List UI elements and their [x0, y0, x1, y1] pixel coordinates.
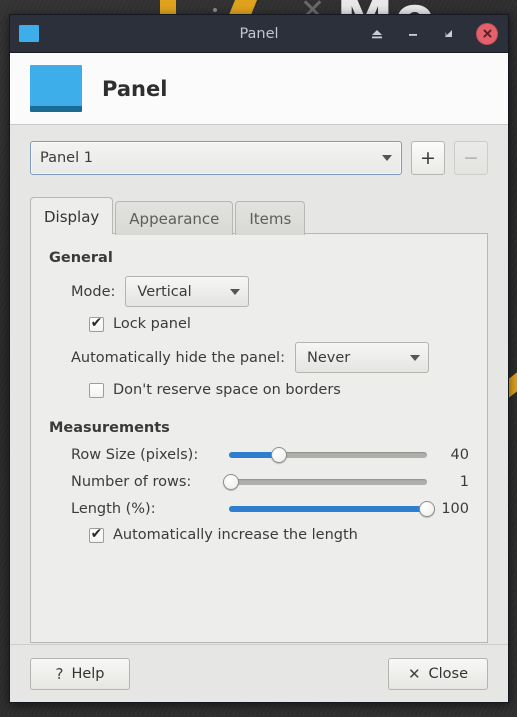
no-reserve-space-row[interactable]: Don't reserve space on borders — [49, 382, 469, 398]
row-size-slider[interactable] — [229, 446, 427, 464]
lock-panel-label: Lock panel — [113, 316, 191, 332]
lock-panel-row[interactable]: ✔ Lock panel — [49, 316, 469, 332]
slider-handle[interactable] — [270, 447, 287, 463]
mode-select[interactable]: Vertical — [125, 276, 250, 307]
autohide-select[interactable]: Never — [294, 342, 429, 373]
length-row: Length (%): 100 — [49, 500, 469, 518]
row-size-row: Row Size (pixels): 40 — [49, 446, 469, 464]
mode-label: Mode: — [71, 283, 116, 300]
close-dialog-button-label: Close — [428, 665, 469, 682]
auto-increase-length-row[interactable]: ✔ Automatically increase the length — [49, 527, 469, 543]
chevron-down-icon — [409, 354, 420, 361]
wallpaper-dot — [213, 8, 217, 12]
slider-handle[interactable] — [222, 474, 239, 490]
remove-panel-button: − — [454, 141, 488, 175]
check-icon: ✔ — [90, 526, 103, 542]
no-reserve-space-checkbox[interactable] — [89, 382, 104, 398]
measurements-group-heading: Measurements — [49, 420, 170, 436]
shade-button[interactable] — [368, 25, 386, 43]
panel-preferences-window: Panel Panel Panel 1 + − Display Appearan… — [9, 14, 509, 703]
row-size-value: 40 — [450, 447, 469, 463]
check-icon: ✔ — [90, 315, 103, 331]
tab-appearance[interactable]: Appearance — [115, 201, 234, 235]
length-label: Length (%): — [71, 501, 156, 517]
window-titlebar[interactable]: Panel — [10, 15, 508, 53]
minimize-button[interactable] — [404, 25, 422, 43]
dialog-footer: ? Help ✕ Close — [10, 644, 508, 702]
auto-increase-length-checkbox[interactable]: ✔ — [89, 526, 104, 543]
number-of-rows-value: 1 — [459, 474, 469, 490]
no-reserve-space-label: Don't reserve space on borders — [113, 382, 341, 398]
general-group-heading: General — [49, 250, 113, 266]
tab-display[interactable]: Display — [30, 197, 114, 234]
display-tab-page: General Mode: Vertical ✔ Lock panel Auto… — [30, 233, 488, 643]
length-value: 100 — [441, 501, 469, 517]
length-slider[interactable] — [229, 500, 435, 518]
lock-panel-checkbox[interactable]: ✔ — [89, 315, 104, 332]
autohide-label: Automatically hide the panel: — [71, 349, 285, 366]
help-button-label: Help — [71, 665, 105, 682]
number-of-rows-label: Number of rows: — [71, 474, 192, 490]
dialog-body: Panel 1 + − Display Appearance Items Gen… — [10, 125, 508, 644]
page-title: Panel — [102, 76, 168, 101]
close-dialog-button[interactable]: ✕ Close — [388, 657, 488, 690]
close-button[interactable] — [476, 22, 498, 45]
slider-track — [229, 479, 427, 485]
panel-icon — [30, 65, 82, 112]
window-controls — [368, 22, 498, 45]
chevron-down-icon — [382, 155, 392, 161]
slider-fill — [229, 506, 427, 512]
auto-increase-length-label: Automatically increase the length — [113, 527, 358, 543]
number-of-rows-row: Number of rows: 1 — [49, 473, 469, 491]
slider-handle[interactable] — [419, 501, 435, 517]
question-mark-icon: ? — [55, 664, 64, 683]
tab-bar: Display Appearance Items — [30, 197, 488, 235]
row-size-label: Row Size (pixels): — [71, 447, 199, 463]
help-button[interactable]: ? Help — [30, 657, 130, 690]
mode-row: Mode: Vertical — [49, 276, 469, 307]
panel-select[interactable]: Panel 1 — [30, 141, 402, 175]
titlebar-panel-icon — [19, 25, 39, 42]
number-of-rows-slider[interactable] — [222, 473, 427, 491]
panel-select-value: Panel 1 — [40, 150, 93, 166]
panel-selector-row: Panel 1 + − — [30, 141, 488, 175]
add-panel-button[interactable]: + — [411, 141, 445, 175]
mode-select-value: Vertical — [137, 283, 192, 300]
close-icon: ✕ — [407, 664, 421, 683]
chevron-down-icon — [230, 288, 241, 295]
desktop-background: ✕ Mo Panel — [0, 0, 517, 717]
maximize-button[interactable] — [440, 25, 458, 43]
dialog-header: Panel — [10, 53, 508, 125]
autohide-select-value: Never — [306, 349, 351, 366]
autohide-row: Automatically hide the panel: Never — [49, 342, 469, 373]
tab-items[interactable]: Items — [235, 201, 306, 235]
